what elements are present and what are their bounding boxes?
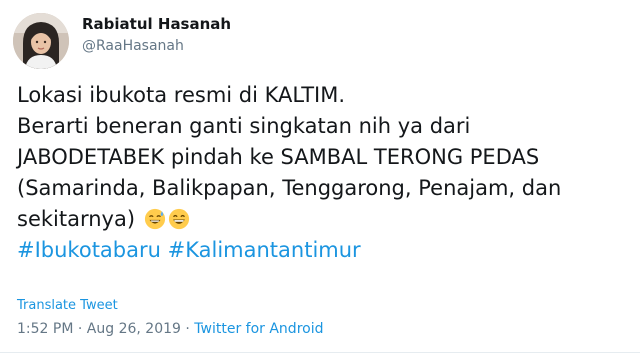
tweet-line-with-emoji: sekitarnya)	[17, 204, 627, 235]
hashtag-ibukotabaru[interactable]: #Ibukotabaru	[17, 238, 161, 262]
avatar[interactable]	[13, 13, 69, 69]
tweet-line: JABODETABEK pindah ke SAMBAL TERONG PEDA…	[17, 145, 540, 169]
tweet-date[interactable]: Aug 26, 2019	[87, 321, 181, 337]
grinning-emoji-icon	[168, 208, 189, 230]
tweet-text: Lokasi ibukota resmi di KALTIM. Berarti …	[17, 80, 627, 266]
tweet-line: (Samarinda, Balikpapan, Tenggarong, Pena…	[17, 176, 562, 200]
hashtag-kalimantantimur[interactable]: #Kalimantantimur	[168, 238, 361, 262]
meta-separator: ·	[77, 321, 83, 337]
tweet-time[interactable]: 1:52 PM	[17, 321, 73, 337]
tweet-line: sekitarnya)	[17, 207, 136, 231]
tweet-metadata: 1:52 PM · Aug 26, 2019 · Twitter for And…	[17, 321, 323, 337]
sweat-smile-emoji-icon	[144, 208, 165, 230]
tweet-line: Lokasi ibukota resmi di KALTIM.	[17, 83, 346, 107]
hashtag-line: #Ibukotabaru #Kalimantantimur	[17, 235, 627, 266]
divider	[0, 352, 640, 353]
tweet-card: Rabiatul Hasanah @RaaHasanah Lokasi ibuk…	[0, 0, 640, 360]
tweet-source-link[interactable]: Twitter for Android	[194, 321, 323, 337]
translate-tweet-link[interactable]: Translate Tweet	[17, 298, 118, 313]
author-handle[interactable]: @RaaHasanah	[82, 38, 184, 54]
tweet-line: Berarti beneran ganti singkatan nih ya d…	[17, 114, 471, 138]
author-display-name[interactable]: Rabiatul Hasanah	[82, 15, 231, 33]
profile-photo	[13, 13, 69, 69]
meta-separator: ·	[185, 321, 190, 337]
